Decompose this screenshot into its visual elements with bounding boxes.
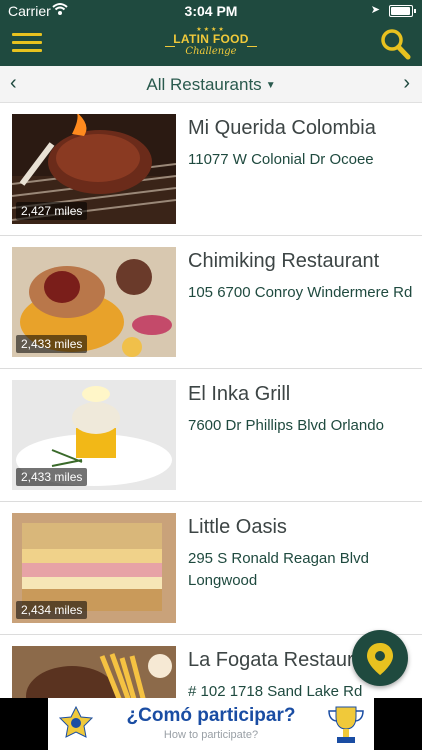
restaurant-row[interactable]: 2,433 miles Chimiking Restaurant 105 670… xyxy=(0,236,422,369)
restaurant-list[interactable]: 2,427 miles Mi Querida Colombia 11077 W … xyxy=(0,103,422,698)
restaurant-name: El Inka Grill xyxy=(188,383,291,405)
how-to-participate-banner[interactable]: ¿Comó participar? How to participate? xyxy=(48,698,374,750)
map-pin-icon xyxy=(367,643,393,675)
restaurant-address: 105 6700 Conroy Windermere Rd xyxy=(188,284,413,301)
restaurant-photo: 2,427 miles xyxy=(12,114,176,224)
restaurant-photo xyxy=(12,646,176,698)
map-button[interactable] xyxy=(352,630,408,686)
restaurant-name: Chimiking Restaurant xyxy=(188,250,380,272)
restaurant-name: Mi Querida Colombia xyxy=(188,117,376,139)
trophy-icon xyxy=(328,706,364,743)
menu-icon[interactable] xyxy=(12,33,42,53)
distance-badge: 2,433 miles xyxy=(16,335,88,353)
distance-badge: 2,427 miles xyxy=(16,202,88,220)
restaurant-filter-dropdown[interactable]: All Restaurants ▼ xyxy=(0,75,422,95)
location-arrow-icon: ➤ xyxy=(370,4,380,16)
distance-badge: 2,434 miles xyxy=(16,601,88,619)
restaurant-row[interactable]: 2,433 miles El Inka Grill 7600 Dr Philli… xyxy=(0,369,422,502)
search-icon[interactable] xyxy=(379,28,411,60)
ad-banner: ¿Comó participar? How to participate? xyxy=(0,698,422,750)
restaurant-photo: 2,433 miles xyxy=(12,380,176,490)
app-header: Carrier 3:04 PM ➤ ★★★★ LATIN FOOD Challe… xyxy=(0,0,422,66)
filter-bar: ‹ All Restaurants ▼ › xyxy=(0,66,422,103)
restaurant-address: 11077 W Colonial Dr Ocoee xyxy=(188,151,374,168)
restaurant-photo: 2,434 miles xyxy=(12,513,176,623)
chevron-down-icon: ▼ xyxy=(265,80,276,92)
logo-subtitle: Challenge xyxy=(185,46,237,57)
restaurant-row[interactable]: 2,427 miles Mi Querida Colombia 11077 W … xyxy=(0,103,422,236)
battery-icon xyxy=(389,5,416,17)
restaurant-photo: 2,433 miles xyxy=(12,247,176,357)
restaurant-address: 7600 Dr Phillips Blvd Orlando xyxy=(188,417,384,434)
logo-title: LATIN FOOD xyxy=(173,32,249,46)
app-logo: ★★★★ LATIN FOOD Challenge xyxy=(165,27,257,61)
status-time: 3:04 PM xyxy=(184,3,238,19)
restaurant-name: Little Oasis xyxy=(188,516,287,538)
restaurant-address: 295 S Ronald Reagan Blvd Longwood xyxy=(188,550,369,589)
chevron-right-icon[interactable]: › xyxy=(403,72,410,95)
filter-label: All Restaurants xyxy=(146,75,262,94)
status-bar: Carrier 3:04 PM ➤ xyxy=(0,0,422,22)
restaurant-row[interactable]: 2,434 miles Little Oasis 295 S Ronald Re… xyxy=(0,502,422,635)
distance-badge: 2,433 miles xyxy=(16,468,88,486)
